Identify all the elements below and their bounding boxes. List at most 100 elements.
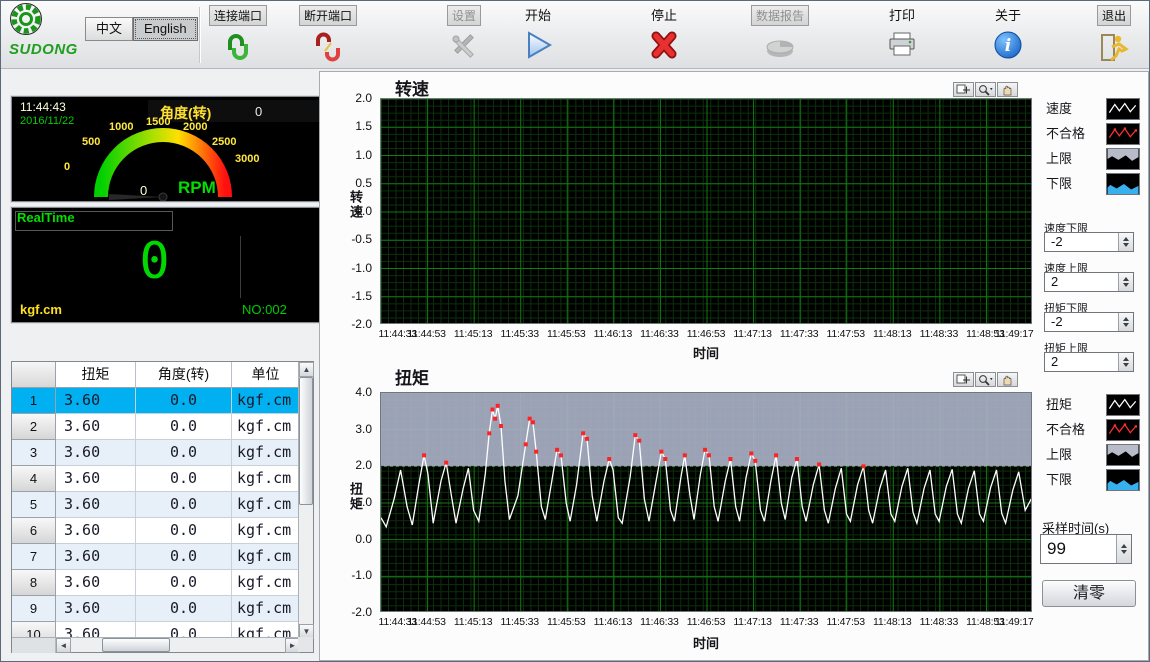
legend-upper-limit-icon[interactable] [1106,444,1140,466]
gauge-tick: 0 [64,161,70,173]
legend-row-torque: 扭矩 [1046,394,1140,416]
table-cell: 3.60 [56,570,136,596]
table-row[interactable]: 23.600.0kgf.cm [12,414,300,440]
torque-upper-limit-input[interactable]: 2 [1044,352,1134,372]
table-body: 13.600.0kgf.cm23.600.0kgf.cm33.600.0kgf.… [12,388,300,639]
legend-upper-limit-icon[interactable] [1106,148,1140,170]
scroll-left-arrow[interactable]: ◄ [56,638,71,653]
vertical-scroll-thumb[interactable] [299,377,313,505]
spinner-buttons[interactable] [1118,313,1133,331]
connect-port-button[interactable]: 连接端口 [206,5,270,68]
scroll-up-arrow[interactable]: ▲ [299,362,314,377]
table-cell: kgf.cm [232,596,300,622]
table-cell: 0.0 [136,414,232,440]
app-window: SUDONG 中文 English 连接端口 断开端口 [0,0,1150,662]
zoom-tool-icon[interactable] [975,372,996,387]
spinner-buttons[interactable] [1116,535,1131,563]
table-row[interactable]: 53.600.0kgf.cm [12,492,300,518]
speed-lower-limit-input[interactable]: -2 [1044,232,1134,252]
print-button[interactable]: 打印 [877,5,927,65]
y-tick-label: 2.0 [355,458,372,472]
settings-tools-icon [439,31,489,66]
legend-torque-icon[interactable] [1106,394,1140,416]
table-row[interactable]: 63.600.0kgf.cm [12,518,300,544]
cursor-tool-icon[interactable] [953,82,974,97]
spinner-buttons[interactable] [1118,273,1133,291]
horizontal-scroll-thumb[interactable] [102,638,170,652]
exit-label: 退出 [1097,5,1131,26]
realtime-value: 0 [12,232,297,290]
legend-lower-limit-icon[interactable] [1106,173,1140,195]
table-row[interactable]: 43.600.0kgf.cm [12,466,300,492]
table-row[interactable]: 93.600.0kgf.cm [12,596,300,622]
legend-row-speed: 速度 [1046,98,1140,120]
table-cell: 3.60 [56,596,136,622]
legend-row-upper: 上限 [1046,444,1140,466]
y-tick-label: -2.0 [351,317,372,331]
lang-chinese-button[interactable]: 中文 [85,17,133,41]
pan-hand-tool-icon[interactable] [997,82,1018,97]
torque-chart-title: 扭矩 [395,364,429,389]
y-tick-label: 1.0 [355,148,372,162]
data-report-button[interactable]: 数据报告 [749,5,811,66]
y-tick-label: -1.0 [351,568,372,582]
pan-hand-tool-icon[interactable] [997,372,1018,387]
y-tick-label: -0.5 [351,232,372,246]
table-row[interactable]: 13.600.0kgf.cm [12,388,300,414]
x-tick-label: 11:45:53 [547,328,586,340]
table-vertical-scrollbar[interactable]: ▲ ▼ [298,362,313,639]
table-cell: 8 [12,570,56,596]
exit-button[interactable]: 退出 [1087,5,1141,68]
table-cell: kgf.cm [232,440,300,466]
table-row[interactable]: 83.600.0kgf.cm [12,570,300,596]
sampling-time-input[interactable]: 99 [1040,534,1132,564]
torque-lower-limit-input[interactable]: -2 [1044,312,1134,332]
table-row[interactable]: 73.600.0kgf.cm [12,544,300,570]
torque-x-axis-label: 时间 [380,633,1032,652]
legend-fail-icon[interactable] [1106,123,1140,145]
x-tick-label: 11:48:33 [920,328,959,340]
scrollbar-spacer [12,638,56,653]
legend-row-lower: 下限 [1046,469,1140,491]
logo-gear-icon [9,2,43,36]
table-cell: 0.0 [136,440,232,466]
spinner-buttons[interactable] [1118,353,1133,371]
table-cell: 4 [12,466,56,492]
spinner-buttons[interactable] [1118,233,1133,251]
speed-upper-limit-input[interactable]: 2 [1044,272,1134,292]
torque-chart-tools [953,372,1018,387]
table-cell: kgf.cm [232,414,300,440]
start-button[interactable]: 开始 [513,5,563,65]
rpm-unit-label: RPM [178,178,216,198]
stop-button[interactable]: 停止 [639,5,689,65]
x-tick-label: 11:46:53 [687,328,726,340]
legend-speed-icon[interactable] [1106,98,1140,120]
cursor-tool-icon[interactable] [953,372,974,387]
table-cell: 3.60 [56,440,136,466]
logo-text: SUDONG [9,41,85,58]
disconnect-port-button[interactable]: 断开端口 [296,5,360,68]
torque-chart-plot[interactable] [380,392,1032,612]
y-tick-label: -1.0 [351,261,372,275]
speed-chart-plot[interactable] [380,98,1032,324]
zoom-tool-icon[interactable] [975,82,996,97]
about-button[interactable]: 关于 i [983,5,1033,65]
table-cell: kgf.cm [232,570,300,596]
legend-row-lower: 下限 [1046,173,1140,195]
legend-upper-label: 上限 [1046,447,1072,462]
x-tick-label: 11:48:33 [920,616,959,628]
settings-button[interactable]: 设置 [439,5,489,66]
y-tick-label: 0.5 [355,176,372,190]
clear-zero-button[interactable]: 清零 [1042,580,1136,607]
legend-fail-icon[interactable] [1106,419,1140,441]
table-header-unit: 单位 [232,362,300,388]
table-horizontal-scrollbar[interactable]: ◄ ► [12,637,300,652]
legend-speed-label: 速度 [1046,101,1072,116]
y-tick-label: 2.0 [355,91,372,105]
lang-english-button[interactable]: English [133,17,198,41]
display-divider [240,236,241,298]
table-cell: 1 [12,388,56,414]
table-cell: kgf.cm [232,544,300,570]
legend-lower-limit-icon[interactable] [1106,469,1140,491]
table-row[interactable]: 33.600.0kgf.cm [12,440,300,466]
